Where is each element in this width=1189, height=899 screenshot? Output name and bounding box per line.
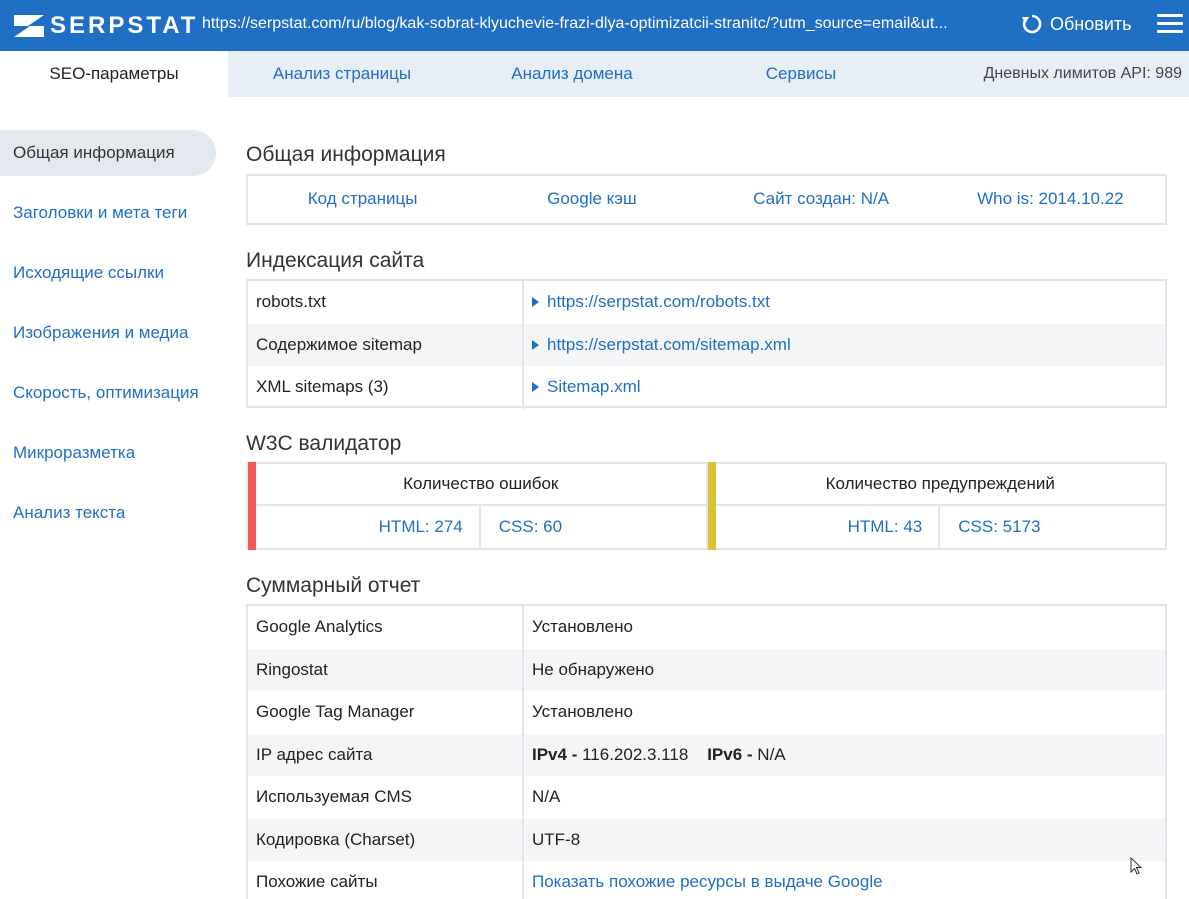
api-limit-text: Дневных лимитов API: 989 [983,65,1182,82]
table-row: Кодировка (Charset) UTF-8 [248,818,1165,861]
summary-table: Google Analytics Установлено Ringostat Н… [246,604,1167,899]
sidebar: Общая информация Заголовки и мета теги И… [0,130,216,550]
ip-address-value: IPv4 - 116.202.3.118 IPv6 - N/A [524,745,1165,765]
w3c-errors: Количество ошибок HTML: 274 CSS: 60 [248,462,708,550]
table-row: robots.txt https://serpstat.com/robots.t… [248,281,1165,324]
sidebar-item-microdata[interactable]: Микроразметка [0,430,216,476]
row-key: Похожие сайты [248,861,524,899]
row-value: Не обнаружено [532,659,655,679]
site-created-link[interactable]: Сайт создан: N/A [707,189,936,209]
logo-icon [14,15,44,37]
ipv4-label: IPv4 - [532,744,578,764]
expand-triangle-icon[interactable] [532,297,539,308]
general-info-title: Общая информация [246,143,446,166]
row-key: Ringostat [248,648,524,691]
row-key: Содержимое sitemap [248,323,524,366]
row-value: Установлено [532,617,633,637]
css-errors-link[interactable]: CSS: 60 [499,517,562,537]
sidebar-item-speed-optimization[interactable]: Скорость, оптимизация [0,370,216,416]
row-value: N/A [532,787,561,807]
row-key: Используемая CMS [248,776,524,819]
refresh-label: Обновить [1050,13,1132,34]
tab-seo-parameters[interactable]: SEO-параметры [0,51,228,97]
robots-link[interactable]: https://serpstat.com/robots.txt [547,292,770,312]
table-row: Google Analytics Установлено [248,606,1165,649]
mouse-cursor-icon [1130,857,1143,875]
expand-triangle-icon[interactable] [532,382,539,393]
refresh-button[interactable]: Обновить [1021,13,1132,35]
row-key: robots.txt [248,281,524,324]
warnings-header: Количество предупреждений [707,464,1165,506]
refresh-icon [1022,14,1042,34]
table-row: IP адрес сайта IPv4 - 116.202.3.118 IPv6… [248,733,1165,776]
similar-sites-link[interactable]: Показать похожие ресурсы в выдаче Google [532,872,883,892]
html-errors-link[interactable]: HTML: 274 [379,517,463,537]
general-info-links: Код страницы Google кэш Сайт создан: N/A… [248,176,1165,222]
row-key: IP адрес сайта [248,733,524,776]
table-row: Похожие сайты Показать похожие ресурсы в… [248,861,1165,899]
html-warnings-link[interactable]: HTML: 43 [848,517,923,537]
tab-services[interactable]: Сервисы [688,51,914,97]
row-value: UTF-8 [532,829,581,849]
row-key: Кодировка (Charset) [248,818,524,861]
row-key: XML sitemaps (3) [248,366,524,409]
logo-text: SERPSTAT [50,12,199,39]
serpstat-logo[interactable]: SERPSTAT [14,12,198,40]
table-row: Google Tag Manager Установлено [248,691,1165,734]
top-bar: SERPSTAT https://serpstat.com/ru/blog/ka… [0,0,1189,51]
row-value: https://serpstat.com/sitemap.xml [524,335,1165,355]
page-code-link[interactable]: Код страницы [248,189,477,209]
sidebar-item-text-analysis[interactable]: Анализ текста [0,490,216,536]
sidebar-item-headings-meta[interactable]: Заголовки и мета теги [0,190,216,236]
indexing-table: robots.txt https://serpstat.com/robots.t… [246,279,1167,409]
css-warnings-link[interactable]: CSS: 5173 [958,517,1040,537]
hamburger-menu-icon[interactable] [1157,14,1183,36]
sitemap-link[interactable]: https://serpstat.com/sitemap.xml [547,335,791,355]
w3c-title: W3C валидатор [246,432,402,455]
tab-bar: SEO-параметры Анализ страницы Анализ дом… [0,51,1189,97]
row-value: Установлено [532,702,633,722]
table-row: Используемая CMS N/A [248,776,1165,819]
page-url: https://serpstat.com/ru/blog/kak-sobrat-… [202,15,948,32]
errors-color-stripe [248,462,256,550]
w3c-warnings: Количество предупреждений HTML: 43 CSS: … [707,462,1165,550]
ipv6-value: N/A [757,744,786,764]
row-value: https://serpstat.com/robots.txt [524,292,1165,312]
tab-domain-analysis[interactable]: Анализ домена [456,51,688,97]
xml-sitemap-link[interactable]: Sitemap.xml [547,377,641,397]
row-value: Показать похожие ресурсы в выдаче Google [524,872,1165,892]
general-info-box: Код страницы Google кэш Сайт создан: N/A… [246,174,1167,225]
sidebar-item-general-info[interactable]: Общая информация [0,130,216,176]
table-row: Содержимое sitemap https://serpstat.com/… [248,323,1165,366]
expand-triangle-icon[interactable] [532,339,539,350]
w3c-validator-box: Количество ошибок HTML: 274 CSS: 60 Коли… [246,462,1167,550]
sidebar-item-images-media[interactable]: Изображения и медиа [0,310,216,356]
tab-page-analysis[interactable]: Анализ страницы [228,51,456,97]
ipv6-label: IPv6 - [707,744,753,764]
google-cache-link[interactable]: Google кэш [477,189,706,209]
table-row: XML sitemaps (3) Sitemap.xml [248,366,1165,409]
row-value: Sitemap.xml [524,377,1165,397]
ipv4-value: 116.202.3.118 [582,744,689,764]
errors-header: Количество ошибок [248,464,706,506]
table-row: Ringostat Не обнаружено [248,648,1165,691]
row-key: Google Tag Manager [248,691,524,734]
whois-link[interactable]: Who is: 2014.10.22 [936,189,1165,209]
summary-title: Суммарный отчет [246,574,421,597]
indexing-title: Индексация сайта [246,249,425,272]
sidebar-item-outgoing-links[interactable]: Исходящие ссылки [0,250,216,296]
warnings-color-stripe [707,462,716,550]
row-key: Google Analytics [248,606,524,649]
